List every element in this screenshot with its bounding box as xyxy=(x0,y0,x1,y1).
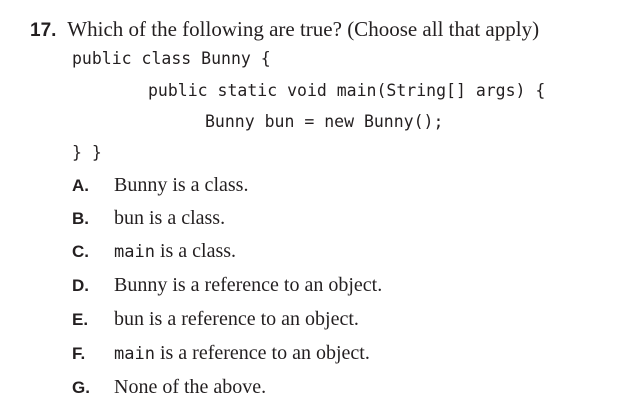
code-line-main-method: public static void main(String[] args) { xyxy=(148,81,546,100)
answer-option-e[interactable]: E. bun is a reference to an object. xyxy=(72,308,359,336)
option-rest: None of the above. xyxy=(114,376,267,398)
option-rest: is a class. xyxy=(154,240,237,262)
option-letter: A. xyxy=(72,176,89,195)
option-rest: is a reference to an object. xyxy=(154,342,370,364)
option-rest: is a reference to an object. xyxy=(144,308,359,330)
option-letter: D. xyxy=(72,276,89,295)
code-line-class-declaration: public class Bunny { xyxy=(72,49,271,68)
option-rest: is a reference to an object. xyxy=(167,274,383,296)
answer-option-a[interactable]: A. Bunny is a class. xyxy=(72,174,248,202)
option-letter: B. xyxy=(72,209,89,228)
option-subject: bun xyxy=(114,308,144,330)
answer-option-b[interactable]: B. bun is a class. xyxy=(72,207,225,235)
option-text: bun is a reference to an object. xyxy=(114,308,359,331)
option-text: main is a reference to an object. xyxy=(114,342,370,365)
question-number: 17. xyxy=(30,20,57,41)
option-subject-code: main xyxy=(114,344,155,364)
option-subject: bun xyxy=(114,207,144,229)
option-text: None of the above. xyxy=(114,376,266,399)
option-letter: F. xyxy=(72,344,86,363)
answer-option-g[interactable]: G. None of the above. xyxy=(72,376,266,404)
option-rest: is a class. xyxy=(144,207,226,229)
option-subject-code: main xyxy=(114,242,155,262)
option-letter: C. xyxy=(72,242,89,261)
option-text: bun is a class. xyxy=(114,207,225,230)
answer-option-d[interactable]: D. Bunny is a reference to an object. xyxy=(72,274,382,302)
option-letter: E. xyxy=(72,310,89,329)
option-subject: Bunny xyxy=(114,274,168,296)
question-header: 17. Which of the following are true? (Ch… xyxy=(30,15,635,45)
option-rest: is a class. xyxy=(167,174,249,196)
option-letter: G. xyxy=(72,378,90,397)
option-text: main is a class. xyxy=(114,240,236,263)
option-text: Bunny is a reference to an object. xyxy=(114,274,382,297)
code-line-object-creation: Bunny bun = new Bunny(); xyxy=(205,112,444,131)
option-text: Bunny is a class. xyxy=(114,174,248,197)
question-text: Which of the following are true? (Choose… xyxy=(67,17,540,41)
option-subject: Bunny xyxy=(114,174,168,196)
answer-option-c[interactable]: C. main is a class. xyxy=(72,240,236,268)
code-line-closing-braces: } } xyxy=(72,143,102,162)
answer-option-f[interactable]: F. main is a reference to an object. xyxy=(72,342,370,370)
